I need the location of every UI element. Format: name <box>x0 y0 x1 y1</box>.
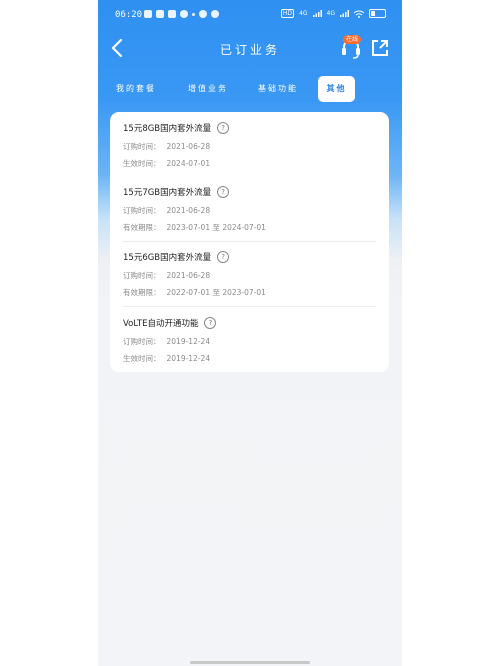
notification-icons <box>144 10 219 18</box>
subscriptions-card: 15元8GB国内套外流量 ? 订购时间： 2021-06-28 生效时间： 2024… <box>110 112 389 372</box>
item-row: 生效时间： 2019-12-24 <box>123 354 211 363</box>
item-title: VoLTE自动开通功能 ? <box>123 317 217 329</box>
nav-bar: 已订业务 在线 <box>98 30 402 66</box>
heart-icon <box>180 10 188 18</box>
online-badge: 在线 <box>343 35 362 44</box>
item-row: 订购时间： 2019-12-24 <box>123 337 211 346</box>
item-row: 生效时间： 2024-07-01 <box>123 159 211 168</box>
tab-bar: 我的套餐 增值业务 基础功能 其他 <box>98 76 402 102</box>
phone-screen: 06:20 HD 4G 4G 已订业务 在线 我的套餐 增值业务 基础功能 其他… <box>98 0 402 666</box>
help-icon[interactable]: ? <box>217 251 230 263</box>
network-label: 4G <box>299 10 308 17</box>
music-icon <box>144 10 152 18</box>
hd-label: HD <box>280 9 295 18</box>
item-row: 订购时间： 2021-06-28 <box>123 206 211 215</box>
item-row: 订购时间： 2021-06-28 <box>123 271 211 280</box>
item-row: 有效期限： 2023-07-01 至 2024-07-01 <box>123 223 266 232</box>
tab-basic-functions[interactable]: 基础功能 <box>250 76 306 102</box>
app-icon <box>168 10 176 18</box>
help-icon[interactable]: ? <box>217 186 230 198</box>
dot-icon <box>192 13 195 16</box>
help-icon[interactable]: ? <box>217 122 230 134</box>
app-icon <box>199 10 207 18</box>
tab-my-package[interactable]: 我的套餐 <box>108 76 164 102</box>
app-icon <box>211 10 219 18</box>
signal-icon <box>340 10 349 17</box>
item-row: 有效期限： 2022-07-01 至 2023-07-01 <box>123 288 266 297</box>
app-icon <box>156 10 164 18</box>
tab-other[interactable]: 其他 <box>318 76 355 102</box>
status-time: 06:20 <box>115 10 143 20</box>
system-indicators: HD 4G 4G <box>280 9 386 18</box>
signal-icon <box>312 10 322 17</box>
divider <box>123 241 376 242</box>
item-title: 15元7GB国内套外流量 ? <box>123 186 230 198</box>
item-title: 15元6GB国内套外流量 ? <box>123 251 230 263</box>
item-title: 15元8GB国内套外流量 ? <box>123 122 230 134</box>
network-label: 4G <box>326 10 335 17</box>
help-icon[interactable]: ? <box>204 317 217 329</box>
wifi-icon <box>354 10 364 18</box>
divider <box>123 306 376 307</box>
home-indicator[interactable] <box>190 661 310 664</box>
status-bar: 06:20 HD 4G 4G <box>98 0 402 30</box>
tab-value-added[interactable]: 增值业务 <box>180 76 236 102</box>
item-row: 订购时间： 2021-06-28 <box>123 142 211 151</box>
battery-icon <box>369 9 386 18</box>
share-icon[interactable] <box>370 38 390 58</box>
